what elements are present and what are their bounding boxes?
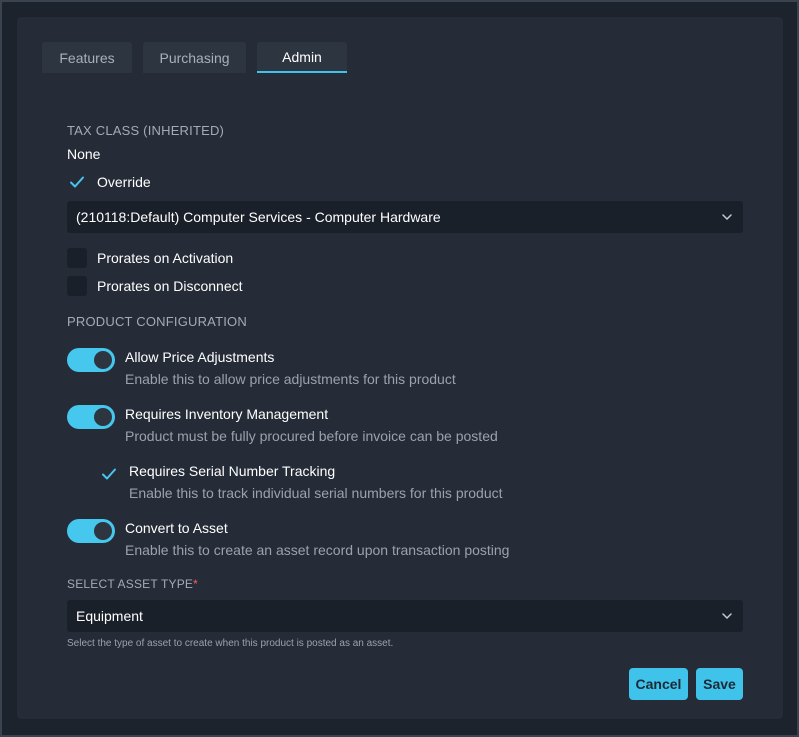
- allow-price-toggle[interactable]: [67, 348, 115, 372]
- prorates-disconnect-row: Prorates on Disconnect: [67, 276, 243, 296]
- checkmark-icon: [70, 176, 84, 188]
- chevron-down-icon: [722, 613, 732, 620]
- inventory-row: Requires Inventory Management Product mu…: [67, 405, 498, 445]
- convert-asset-row: Convert to Asset Enable this to create a…: [67, 519, 509, 559]
- chevron-down-icon: [722, 214, 732, 221]
- serial-tracking-row: Requires Serial Number Tracking Enable t…: [99, 462, 503, 502]
- inventory-toggle[interactable]: [67, 405, 115, 429]
- asset-type-select-value: Equipment: [76, 608, 143, 624]
- override-row: Override: [67, 172, 151, 192]
- convert-asset-toggle[interactable]: [67, 519, 115, 543]
- asset-type-select[interactable]: Equipment: [67, 600, 743, 632]
- serial-tracking-checkbox[interactable]: [99, 464, 119, 484]
- tab-admin[interactable]: Admin: [257, 42, 347, 73]
- tax-class-select[interactable]: (210118:Default) Computer Services - Com…: [67, 201, 743, 233]
- save-button[interactable]: Save: [696, 668, 743, 700]
- tax-class-heading: TAX CLASS (INHERITED): [67, 123, 225, 138]
- toggle-knob: [94, 522, 112, 540]
- toggle-knob: [94, 408, 112, 426]
- product-configuration-heading: PRODUCT CONFIGURATION: [67, 314, 247, 329]
- asset-type-label: SELECT ASSET TYPE*: [67, 577, 198, 591]
- prorates-disconnect-label: Prorates on Disconnect: [97, 278, 243, 294]
- tab-bar: Features Purchasing Admin: [42, 42, 347, 73]
- checkmark-icon: [102, 468, 116, 480]
- convert-asset-title: Convert to Asset: [125, 520, 228, 536]
- required-marker: *: [193, 577, 198, 591]
- override-label: Override: [97, 174, 151, 190]
- serial-tracking-title: Requires Serial Number Tracking: [129, 463, 336, 479]
- allow-price-row: Allow Price Adjustments Enable this to a…: [67, 348, 456, 388]
- toggle-knob: [94, 351, 112, 369]
- prorates-activation-checkbox[interactable]: [67, 248, 87, 268]
- serial-tracking-description: Enable this to track individual serial n…: [129, 485, 503, 501]
- cancel-button[interactable]: Cancel: [629, 668, 688, 700]
- allow-price-description: Enable this to allow price adjustments f…: [125, 371, 456, 387]
- inventory-description: Product must be fully procured before in…: [125, 428, 498, 444]
- convert-asset-description: Enable this to create an asset record up…: [125, 542, 510, 558]
- prorates-activation-label: Prorates on Activation: [97, 250, 234, 266]
- tax-class-select-value: (210118:Default) Computer Services - Com…: [76, 209, 441, 225]
- override-checkbox[interactable]: [67, 172, 87, 192]
- prorates-activation-row: Prorates on Activation: [67, 248, 233, 268]
- allow-price-title: Allow Price Adjustments: [125, 349, 275, 365]
- asset-type-label-text: SELECT ASSET TYPE: [67, 577, 194, 591]
- tab-purchasing[interactable]: Purchasing: [143, 42, 246, 73]
- tab-features[interactable]: Features: [42, 42, 132, 73]
- tax-class-value: None: [67, 146, 101, 162]
- inventory-title: Requires Inventory Management: [125, 406, 329, 422]
- prorates-disconnect-checkbox[interactable]: [67, 276, 87, 296]
- asset-type-hint: Select the type of asset to create when …: [67, 638, 394, 649]
